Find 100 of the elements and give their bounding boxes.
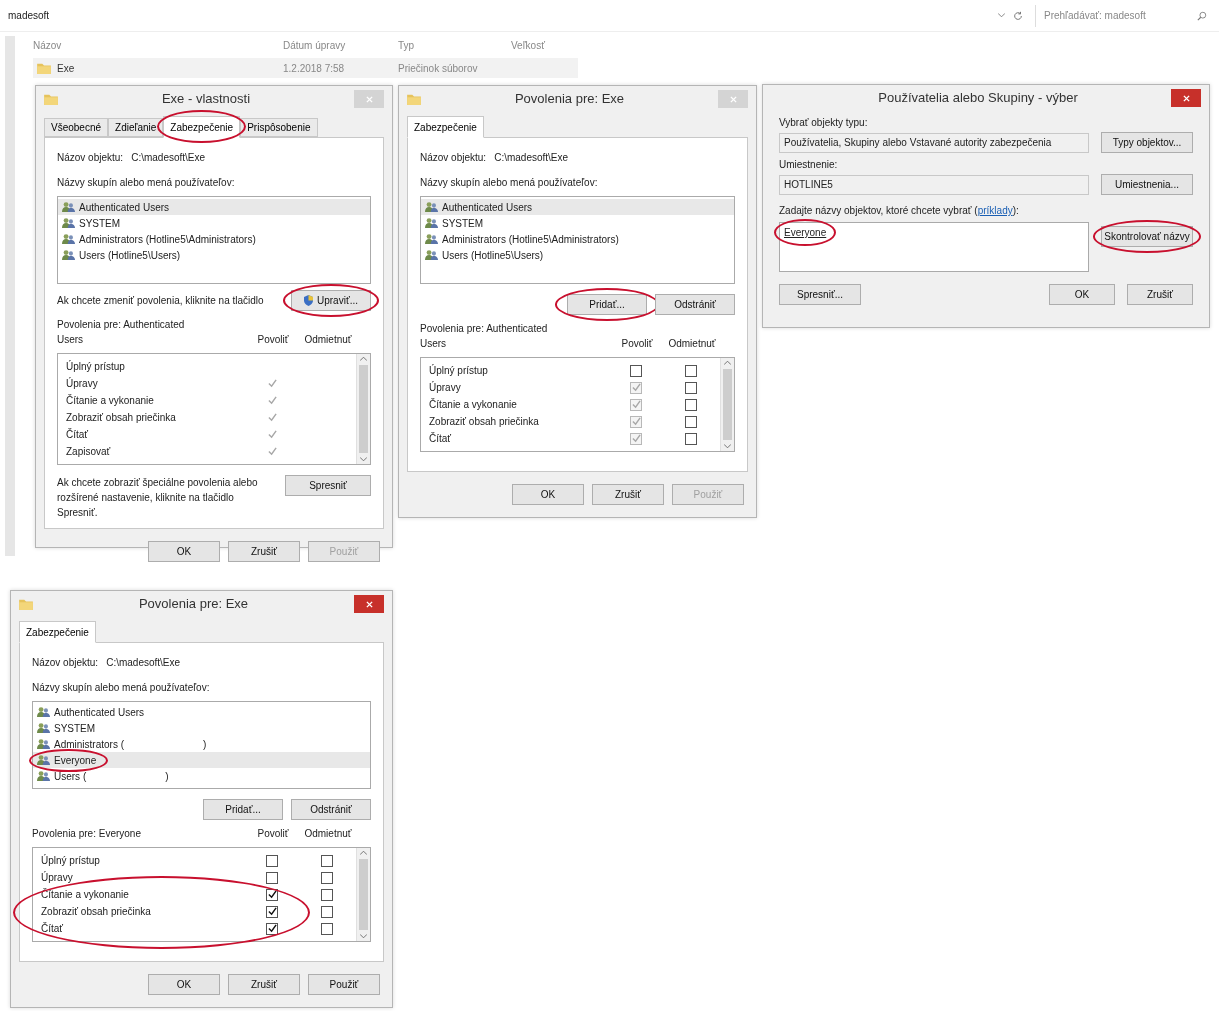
dialog-button[interactable]: OK xyxy=(1049,284,1115,305)
checkbox[interactable] xyxy=(266,922,278,935)
dialog-button[interactable]: Pridať... xyxy=(203,799,283,820)
tab[interactable]: Zdieľanie xyxy=(108,118,164,137)
column-header[interactable]: Názov xyxy=(33,37,283,53)
file-row[interactable]: Exe 1.2.2018 7:58 Priečinok súborov xyxy=(33,58,578,78)
dialog-button[interactable]: Umiestnenia... xyxy=(1101,174,1193,195)
scroll-up-icon[interactable] xyxy=(360,850,367,855)
dialog-button[interactable]: Zrušiť xyxy=(1127,284,1193,305)
checkbox[interactable] xyxy=(685,364,697,377)
permission-name: Úplný prístup xyxy=(429,363,489,378)
dialog-button[interactable]: OK xyxy=(148,974,220,995)
group-row[interactable]: Users (Hotline5\Users) xyxy=(58,247,370,263)
group-name: SYSTEM xyxy=(79,216,121,231)
group-row[interactable]: Users (Hotline5\Users) xyxy=(421,247,734,263)
checkbox[interactable] xyxy=(321,854,333,867)
advanced-hint: Ak chcete zobraziť špeciálne povolenia alebo rozšírené nastavenie, kliknite na tlačidlo Spresniť. xyxy=(57,476,259,520)
group-row[interactable]: SYSTEM xyxy=(33,720,370,736)
checkbox[interactable] xyxy=(266,905,278,918)
checkbox[interactable] xyxy=(321,905,333,918)
search-field[interactable]: Prehľadávať: madesoft xyxy=(1035,4,1185,27)
checkbox[interactable] xyxy=(266,888,278,901)
group-row[interactable]: Authenticated Users xyxy=(421,199,734,215)
checkbox[interactable] xyxy=(630,364,642,377)
scrollbar[interactable] xyxy=(720,358,734,451)
close-button[interactable] xyxy=(354,595,384,613)
dialog-button[interactable]: Skontrolovať názvy xyxy=(1101,226,1193,247)
scrollbar[interactable] xyxy=(356,848,370,941)
group-name: Authenticated Users xyxy=(54,705,145,720)
dialog-button[interactable]: Upraviť... xyxy=(291,290,371,311)
users-icon xyxy=(425,217,438,229)
dropdown-icon[interactable] xyxy=(998,13,1005,18)
users-icon xyxy=(37,722,50,734)
users-icon xyxy=(425,249,438,261)
dialog-button[interactable]: Pridať... xyxy=(567,294,647,315)
group-name: Users ( xyxy=(54,769,87,784)
group-row[interactable]: SYSTEM xyxy=(58,215,370,231)
dialog-button[interactable]: Typy objektov... xyxy=(1101,132,1193,153)
tab[interactable]: Všeobecné xyxy=(44,118,109,137)
group-row[interactable]: Administrators (Hotline5\Administrators) xyxy=(421,231,734,247)
object-path: C:\madesoft\Exe xyxy=(494,151,569,165)
groups-label: Názvy skupín alebo mená používateľov: xyxy=(420,176,599,190)
tab[interactable]: Zabezpečenie xyxy=(407,116,484,138)
dialog-button[interactable]: Zrušiť xyxy=(228,974,300,995)
checkbox[interactable] xyxy=(321,888,333,901)
column-header: Povoliť xyxy=(256,827,290,841)
group-name: Authenticated Users xyxy=(442,200,533,215)
dialog-button[interactable]: OK xyxy=(512,484,584,505)
dialog-button[interactable]: Odstrániť xyxy=(655,294,735,315)
refresh-icon[interactable] xyxy=(1013,10,1023,21)
scroll-up-icon[interactable] xyxy=(724,360,731,365)
close-icon xyxy=(365,600,373,608)
entered-name: Everyone xyxy=(784,226,827,240)
group-name: Administrators ( xyxy=(54,737,124,752)
users-icon xyxy=(425,233,438,245)
users-icon xyxy=(425,201,438,213)
checkbox[interactable] xyxy=(685,432,697,445)
scroll-up-icon[interactable] xyxy=(360,356,367,361)
groups-label: Názvy skupín alebo mená používateľov: xyxy=(57,176,236,190)
dialog-button[interactable]: Zrušiť xyxy=(592,484,664,505)
checkbox[interactable] xyxy=(266,854,278,867)
dialog-button[interactable]: Spresniť xyxy=(285,475,371,496)
users-icon xyxy=(37,738,50,750)
dialog-button[interactable]: Použiť xyxy=(308,974,380,995)
column-header[interactable]: Typ xyxy=(398,37,511,53)
permission-name: Zobraziť obsah priečinka xyxy=(41,905,152,919)
tab[interactable]: Prispôsobenie xyxy=(240,118,318,137)
group-name: Everyone xyxy=(54,753,97,768)
group-row[interactable]: Users ( ) xyxy=(33,768,370,784)
tab[interactable]: Zabezpečenie xyxy=(163,116,241,138)
checkbox[interactable] xyxy=(266,871,278,884)
dialog-button[interactable]: OK xyxy=(148,541,220,562)
checkbox[interactable] xyxy=(321,922,333,935)
column-header[interactable]: Dátum úpravy xyxy=(283,37,398,53)
users-icon xyxy=(62,217,75,229)
group-row[interactable]: SYSTEM xyxy=(421,215,734,231)
search-icon[interactable] xyxy=(1197,10,1207,21)
dialog-button[interactable]: Spresniť... xyxy=(779,284,861,305)
column-header[interactable]: Veľkosť xyxy=(511,37,571,53)
group-row[interactable]: Administrators (Hotline5\Administrators) xyxy=(58,231,370,247)
dialog-button[interactable]: Odstrániť xyxy=(291,799,371,820)
group-row[interactable]: Authenticated Users xyxy=(33,704,370,720)
permission-name: Zobraziť obsah priečinka xyxy=(66,411,177,425)
dialog-button[interactable]: Zrušiť xyxy=(228,541,300,562)
checkbox[interactable] xyxy=(685,415,697,428)
scrollbar[interactable] xyxy=(5,36,15,556)
checkbox[interactable] xyxy=(321,871,333,884)
tab[interactable]: Zabezpečenie xyxy=(19,621,96,643)
scrollbar[interactable] xyxy=(356,354,370,464)
permission-name: Zobraziť obsah priečinka xyxy=(429,415,540,429)
group-row[interactable]: Authenticated Users xyxy=(58,199,370,215)
scroll-down-icon[interactable] xyxy=(360,934,367,939)
close-button[interactable] xyxy=(1171,89,1201,107)
scroll-down-icon[interactable] xyxy=(724,444,731,449)
checkbox[interactable] xyxy=(685,398,697,411)
group-row[interactable]: Administrators ( ) xyxy=(33,736,370,752)
scroll-down-icon[interactable] xyxy=(360,457,367,462)
permissions-label: Povolenia pre: Authenticated Users xyxy=(420,322,549,351)
readonly-field: Používatelia, Skupiny alebo Vstavané autority zabezpečenia xyxy=(779,132,1089,153)
checkbox[interactable] xyxy=(685,381,697,394)
